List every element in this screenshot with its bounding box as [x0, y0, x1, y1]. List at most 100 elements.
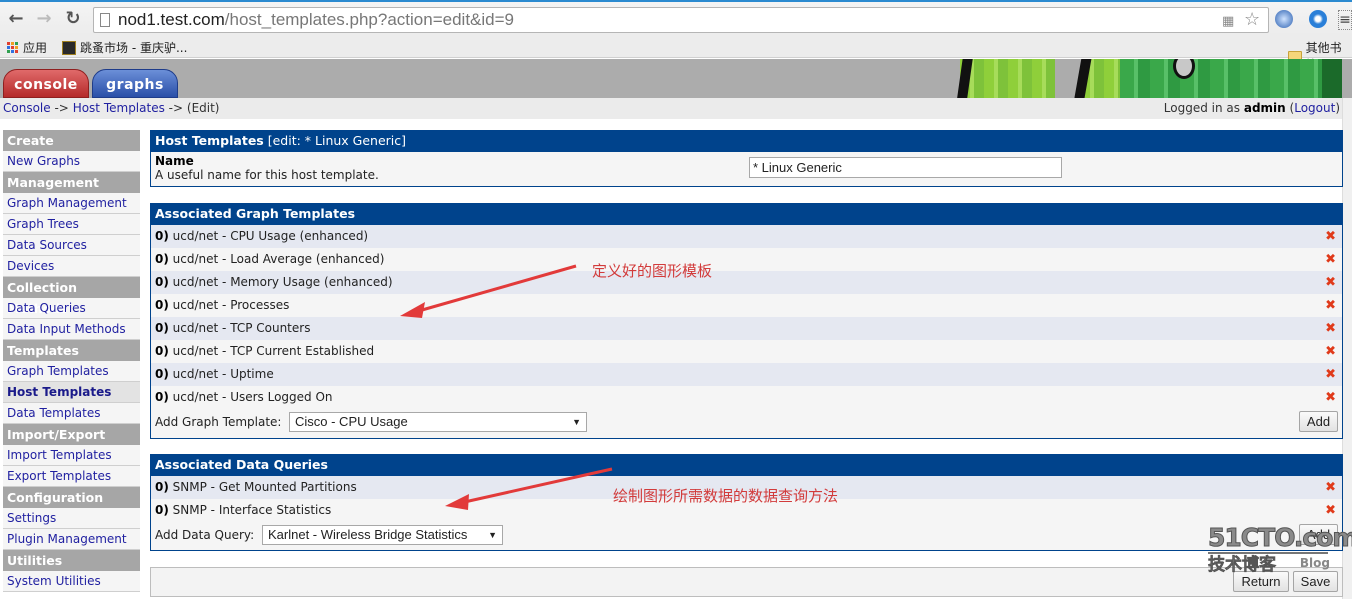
add-graph-template-button[interactable]: Add	[1299, 411, 1338, 432]
select-value: Karlnet - Wireless Bridge Statistics	[268, 527, 468, 542]
action-bar: Return Save	[150, 567, 1343, 597]
sidebar-heading-create: Create	[3, 130, 140, 151]
cacti-header: console graphs	[0, 59, 1352, 98]
delete-icon[interactable]: ✖	[1325, 271, 1336, 294]
sidebar-item-import-templates[interactable]: Import Templates	[3, 445, 140, 466]
add-graph-template-row: Add Graph Template: Cisco - CPU Usage ▼ …	[151, 409, 1342, 435]
sidebar-item-devices[interactable]: Devices	[3, 256, 140, 277]
sidebar-item-host-templates[interactable]: Host Templates	[3, 382, 140, 403]
delete-icon[interactable]: ✖	[1325, 225, 1336, 248]
item-index: 0)	[155, 321, 169, 335]
data-query-select[interactable]: Karlnet - Wireless Bridge Statistics ▼	[262, 525, 503, 545]
add-data-query-label: Add Data Query:	[155, 528, 255, 542]
name-input[interactable]: * Linux Generic	[749, 157, 1062, 178]
list-item: 0) ucd/net - CPU Usage (enhanced) ✖	[151, 225, 1342, 248]
sidebar-item-new-graphs[interactable]: New Graphs	[3, 151, 140, 172]
back-arrow-icon[interactable]: ←	[6, 9, 26, 29]
apps-grid-icon	[7, 41, 19, 54]
delete-icon[interactable]: ✖	[1325, 476, 1336, 499]
list-item: 0) ucd/net - Uptime ✖	[151, 363, 1342, 386]
item-label: SNMP - Get Mounted Partitions	[172, 480, 357, 494]
sidebar-item-data-sources[interactable]: Data Sources	[3, 235, 140, 256]
browser-toolbar: ← → ↻ nod1.test.com/host_templates.php?a…	[0, 0, 1352, 36]
list-item: 0) ucd/net - Memory Usage (enhanced) ✖	[151, 271, 1342, 294]
item-index: 0)	[155, 480, 169, 494]
delete-icon[interactable]: ✖	[1325, 499, 1336, 522]
sidebar-item-plugin-management[interactable]: Plugin Management	[3, 529, 140, 550]
list-item: 0) ucd/net - Load Average (enhanced) ✖	[151, 248, 1342, 271]
sidebar-item-data-templates[interactable]: Data Templates	[3, 403, 140, 424]
reload-icon[interactable]: ↻	[63, 9, 83, 29]
item-label: ucd/net - CPU Usage (enhanced)	[172, 229, 369, 243]
item-index: 0)	[155, 298, 169, 312]
graph-template-select[interactable]: Cisco - CPU Usage ▼	[289, 412, 587, 432]
item-index: 0)	[155, 503, 169, 517]
item-index: 0)	[155, 229, 169, 243]
sidebar-heading-templates: Templates	[3, 340, 140, 361]
address-bar[interactable]: nod1.test.com/host_templates.php?action=…	[93, 7, 1269, 33]
panel-title: Host Templates	[155, 133, 264, 148]
delete-icon[interactable]: ✖	[1325, 363, 1336, 386]
save-button[interactable]: Save	[1293, 571, 1338, 592]
dropdown-arrow-icon: ▼	[488, 530, 497, 540]
list-item: 0) ucd/net - TCP Counters ✖	[151, 317, 1342, 340]
delete-icon[interactable]: ✖	[1325, 248, 1336, 271]
menu-icon[interactable]: ≡	[1338, 10, 1352, 30]
delete-icon[interactable]: ✖	[1325, 317, 1336, 340]
item-index: 0)	[155, 252, 169, 266]
return-button[interactable]: Return	[1233, 571, 1289, 592]
breadcrumb-host-templates[interactable]: Host Templates	[73, 101, 165, 115]
delete-icon[interactable]: ✖	[1325, 386, 1336, 409]
logout-link[interactable]: Logout	[1294, 101, 1335, 115]
list-item: 0) ucd/net - Processes ✖	[151, 294, 1342, 317]
page-scrollbar[interactable]	[1342, 98, 1352, 599]
translate-icon[interactable]: ▦	[1222, 14, 1234, 29]
breadcrumb-current: (Edit)	[186, 101, 220, 115]
login-prefix: Logged in as	[1163, 101, 1241, 115]
panel-title: Associated Graph Templates	[155, 206, 356, 221]
cactus-logo-art	[956, 59, 1342, 98]
bookmarks-bar: 应用 跳蚤市场 - 重庆驴... 其他书签	[0, 36, 1352, 72]
bookmark-label: 应用	[23, 41, 48, 55]
sidebar-item-settings[interactable]: Settings	[3, 508, 140, 529]
bookmark-site[interactable]: 跳蚤市场 - 重庆驴...	[62, 39, 187, 56]
select-value: Cisco - CPU Usage	[295, 414, 408, 429]
tab-graphs[interactable]: graphs	[92, 69, 178, 98]
extension-search-icon[interactable]	[1275, 10, 1293, 28]
sidebar-item-graph-management[interactable]: Graph Management	[3, 193, 140, 214]
sidebar-item-data-input-methods[interactable]: Data Input Methods	[3, 319, 140, 340]
item-label: ucd/net - TCP Counters	[172, 321, 311, 335]
item-label: ucd/net - Processes	[172, 298, 290, 312]
login-status: Logged in as admin (Logout)	[1163, 101, 1340, 115]
item-label: ucd/net - Memory Usage (enhanced)	[172, 275, 393, 289]
panel-header: Host Templates [edit: * Linux Generic]	[151, 131, 1342, 152]
item-label: ucd/net - Users Logged On	[172, 390, 333, 404]
tab-console[interactable]: console	[3, 69, 89, 98]
add-data-query-button[interactable]: Add	[1299, 524, 1338, 545]
panel-subtitle: [edit: * Linux Generic]	[267, 133, 407, 148]
panel-header: Associated Data Queries	[151, 455, 1342, 476]
delete-icon[interactable]: ✖	[1325, 340, 1336, 363]
extension-shield-icon[interactable]	[1309, 10, 1327, 28]
bookmark-apps[interactable]: 应用	[7, 39, 47, 56]
graph-templates-note: 定义好的图形模板	[592, 262, 713, 280]
sidebar-item-export-templates[interactable]: Export Templates	[3, 466, 140, 487]
breadcrumb: Console -> Host Templates -> (Edit)	[3, 101, 220, 115]
sidebar-heading-collection-methods: Collection Methods	[3, 277, 140, 316]
add-graph-template-label: Add Graph Template:	[155, 415, 282, 429]
bookmark-star-icon[interactable]: ☆	[1244, 9, 1260, 30]
sidebar-item-graph-templates[interactable]: Graph Templates	[3, 361, 140, 382]
breadcrumb-separator: ->	[168, 101, 184, 115]
graph-templates-panel: Associated Graph Templates 0) ucd/net - …	[150, 203, 1343, 439]
forward-arrow-icon[interactable]: →	[34, 9, 54, 29]
item-index: 0)	[155, 390, 169, 404]
delete-icon[interactable]: ✖	[1325, 294, 1336, 317]
sidebar-item-graph-trees[interactable]: Graph Trees	[3, 214, 140, 235]
panel-header: Associated Graph Templates	[151, 204, 1342, 225]
sidebar-item-data-queries[interactable]: Data Queries	[3, 298, 140, 319]
item-label: SNMP - Interface Statistics	[172, 503, 332, 517]
breadcrumb-console[interactable]: Console	[3, 101, 51, 115]
breadcrumb-separator: ->	[54, 101, 69, 115]
item-label: ucd/net - Load Average (enhanced)	[172, 252, 385, 266]
sidebar-item-system-utilities[interactable]: System Utilities	[3, 571, 140, 592]
